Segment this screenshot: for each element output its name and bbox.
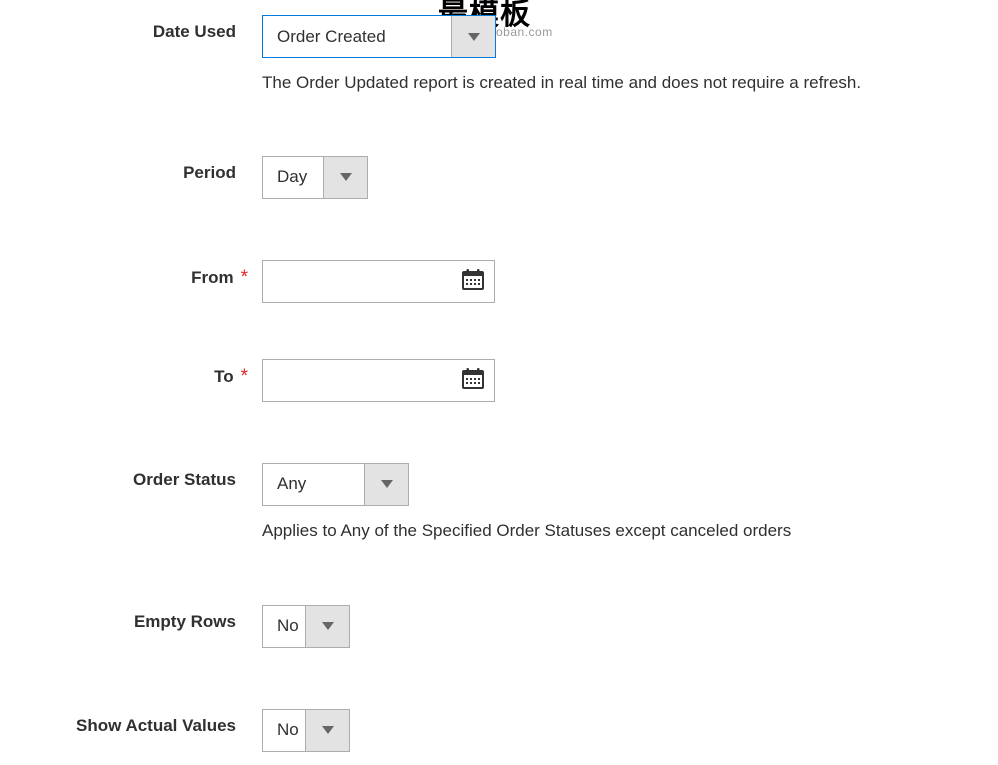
show-actual-values-dropdown-button[interactable] bbox=[305, 710, 349, 751]
date-used-help: The Order Updated report is created in r… bbox=[262, 71, 998, 95]
show-actual-values-select[interactable]: No bbox=[262, 709, 350, 752]
empty-rows-dropdown-button[interactable] bbox=[305, 606, 349, 647]
show-actual-values-value: No bbox=[263, 710, 305, 751]
chevron-down-icon bbox=[340, 168, 352, 186]
row-date-used: Date Used Order Created The Order Update… bbox=[0, 14, 998, 95]
required-asterisk: * bbox=[241, 366, 248, 388]
order-status-value: Any bbox=[263, 464, 364, 505]
chevron-down-icon bbox=[322, 617, 334, 635]
row-empty-rows: Empty Rows No bbox=[0, 604, 998, 648]
from-calendar-button[interactable] bbox=[452, 267, 494, 296]
period-select[interactable]: Day bbox=[262, 156, 368, 199]
date-used-dropdown-button[interactable] bbox=[451, 16, 495, 57]
empty-rows-select[interactable]: No bbox=[262, 605, 350, 648]
order-status-dropdown-button[interactable] bbox=[364, 464, 408, 505]
row-order-status: Order Status Any Applies to Any of the S… bbox=[0, 462, 998, 543]
empty-rows-value: No bbox=[263, 606, 305, 647]
to-date-input[interactable] bbox=[262, 359, 495, 402]
label-from-text: From bbox=[191, 268, 234, 288]
calendar-icon bbox=[461, 267, 485, 296]
label-period: Period bbox=[0, 155, 262, 183]
label-order-status: Order Status bbox=[0, 462, 262, 490]
required-asterisk: * bbox=[241, 267, 248, 289]
label-show-actual-values: Show Actual Values bbox=[0, 708, 262, 736]
chevron-down-icon bbox=[381, 475, 393, 493]
label-from: From * bbox=[0, 259, 262, 289]
label-to-text: To bbox=[214, 367, 234, 387]
label-date-used: Date Used bbox=[0, 14, 262, 42]
row-to: To * bbox=[0, 358, 998, 402]
order-status-select[interactable]: Any bbox=[262, 463, 409, 506]
label-empty-rows: Empty Rows bbox=[0, 604, 262, 632]
chevron-down-icon bbox=[468, 28, 480, 46]
period-dropdown-button[interactable] bbox=[323, 157, 367, 198]
period-value: Day bbox=[263, 157, 323, 198]
row-show-actual-values: Show Actual Values No bbox=[0, 708, 998, 752]
calendar-icon bbox=[461, 366, 485, 395]
to-calendar-button[interactable] bbox=[452, 366, 494, 395]
order-status-help: Applies to Any of the Specified Order St… bbox=[262, 519, 998, 543]
date-used-select[interactable]: Order Created bbox=[262, 15, 496, 58]
row-period: Period Day bbox=[0, 155, 998, 199]
date-used-value: Order Created bbox=[263, 16, 451, 57]
row-from: From * bbox=[0, 259, 998, 303]
from-date-input[interactable] bbox=[262, 260, 495, 303]
chevron-down-icon bbox=[322, 721, 334, 739]
label-to: To * bbox=[0, 358, 262, 388]
